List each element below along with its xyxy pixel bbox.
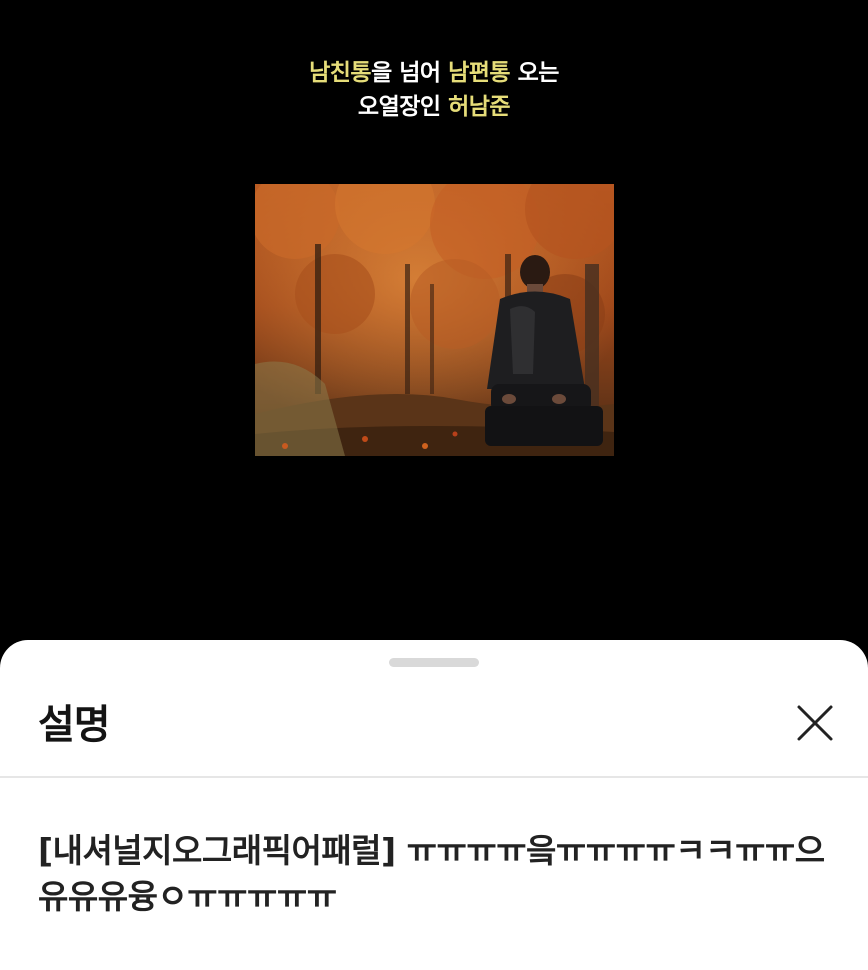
- caption-highlight: 남편통: [448, 60, 511, 86]
- caption-text: 을 넘어: [371, 60, 449, 86]
- caption-text: 오열장인: [357, 94, 449, 120]
- description-text: [내셔널지오그래픽어패럴] ㅠㅠㅠㅠ읔ㅠㅠㅠㅠㅋㅋㅠㅠ으유유유융ㅇㅠㅠㅠㅠㅠ: [38, 831, 825, 916]
- caption-line-1: 남친통을 넘어 남편통 오는: [0, 56, 868, 90]
- video-caption: 남친통을 넘어 남편통 오는 오열장인 허남준: [0, 56, 868, 124]
- caption-highlight: 남친통: [309, 60, 372, 86]
- caption-line-2: 오열장인 허남준: [0, 90, 868, 124]
- close-icon: [797, 705, 833, 741]
- caption-text: 오는: [510, 60, 560, 86]
- caption-highlight: 허남준: [448, 94, 511, 120]
- description-sheet: 설명 [내셔널지오그래픽어패럴] ㅠㅠㅠㅠ읔ㅠㅠㅠㅠㅋㅋㅠㅠ으유유유융ㅇㅠㅠㅠㅠ…: [0, 640, 868, 970]
- video-player[interactable]: 남친통을 넘어 남편통 오는 오열장인 허남준: [0, 0, 868, 660]
- close-button[interactable]: [790, 698, 840, 748]
- sheet-title: 설명: [38, 702, 111, 748]
- divider: [0, 776, 868, 778]
- video-frame: [255, 184, 614, 456]
- drag-handle[interactable]: [389, 658, 479, 667]
